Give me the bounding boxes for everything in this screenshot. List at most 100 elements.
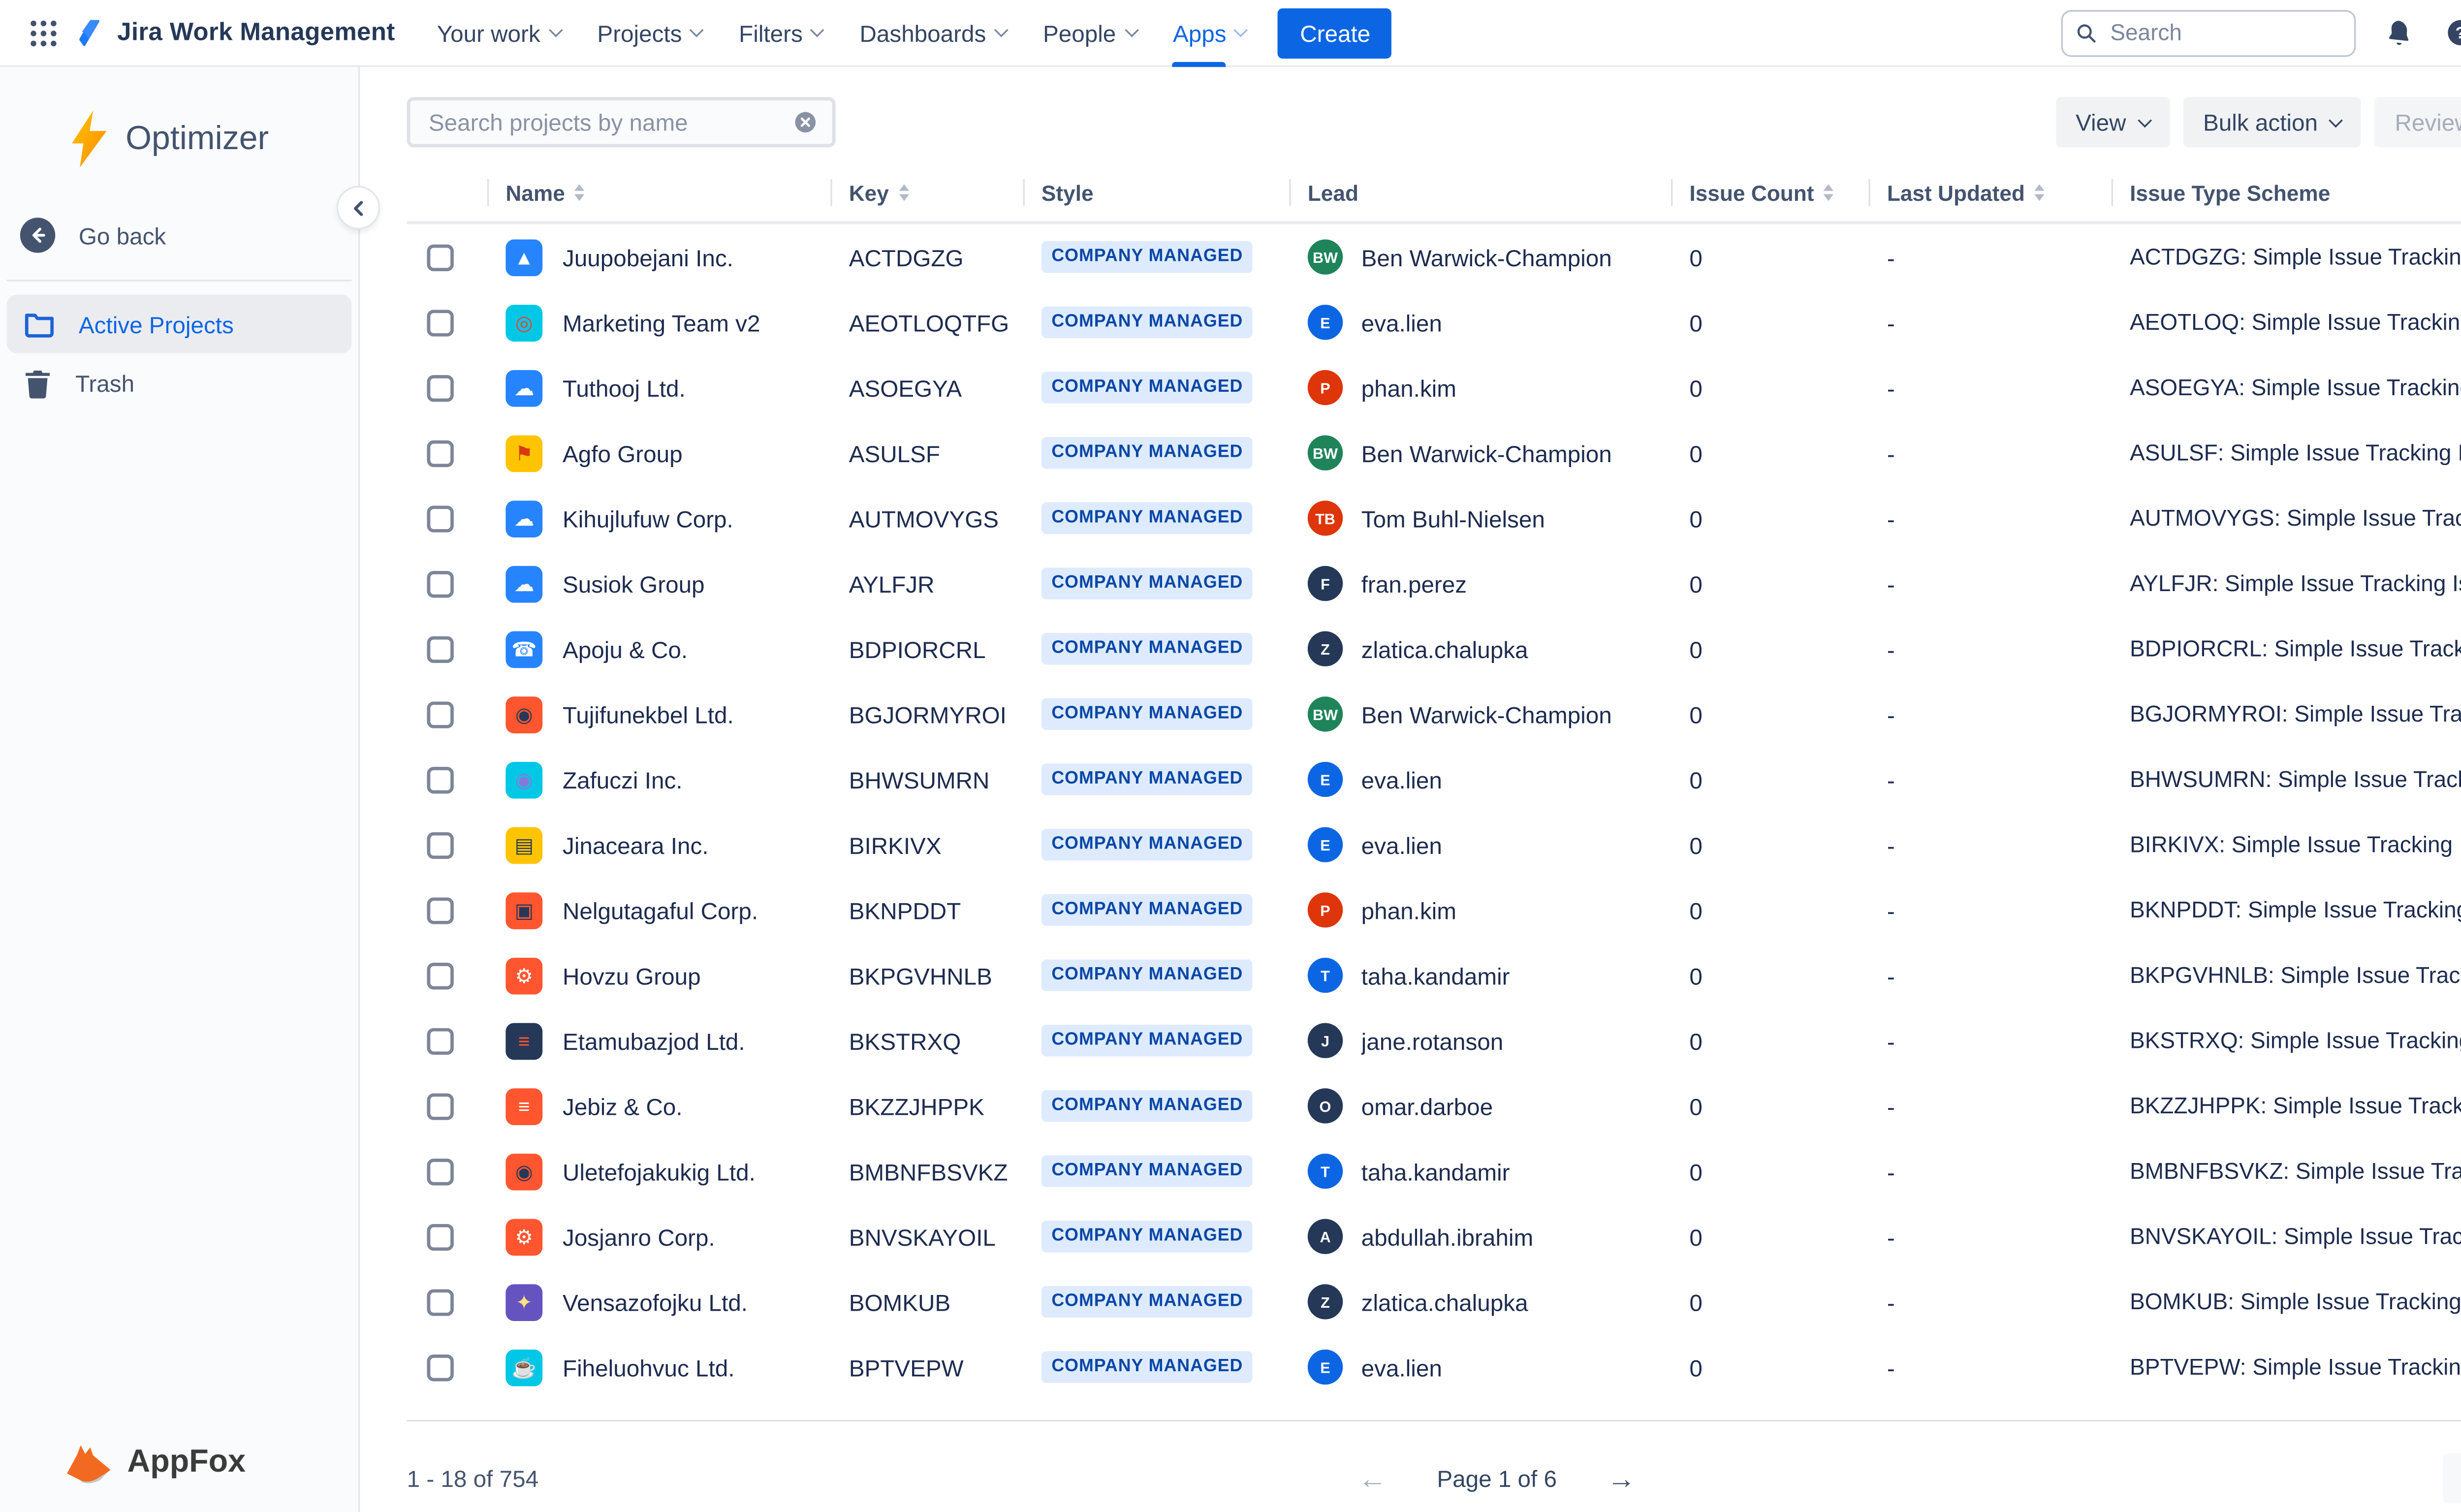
issue-count: 0 [1689, 1158, 1703, 1185]
project-key: BOMKUB [849, 1288, 951, 1316]
row-checkbox[interactable] [427, 766, 454, 793]
project-key: AUTMOVYGS [849, 504, 999, 532]
lead-name: zlatica.chalupka [1361, 635, 1528, 662]
row-checkbox[interactable] [427, 962, 454, 989]
project-search-input[interactable] [425, 107, 784, 137]
export-button[interactable]: Export [2442, 1453, 2461, 1504]
last-updated: - [1887, 1027, 1895, 1054]
row-checkbox[interactable] [427, 1288, 454, 1316]
nav-item-your-work[interactable]: Your work [418, 0, 579, 66]
lead-name: taha.kandamir [1361, 962, 1510, 989]
create-button[interactable]: Create [1278, 7, 1392, 58]
project-key: ASOEGYA [849, 374, 962, 401]
style-badge: COMPANY MANAGED [1041, 633, 1253, 664]
lead-avatar: E [1307, 1349, 1343, 1385]
global-search[interactable] [2061, 9, 2356, 56]
issue-count: 0 [1689, 1354, 1703, 1381]
row-checkbox[interactable] [427, 700, 454, 728]
project-key: BNVSKAYOIL [849, 1223, 996, 1250]
go-back-button[interactable]: Go back [0, 208, 358, 263]
row-checkbox[interactable] [427, 1354, 454, 1381]
chevron-down-icon [1234, 23, 1249, 37]
view-button[interactable]: View [2055, 97, 2170, 148]
nav-item-dashboards[interactable]: Dashboards [841, 0, 1024, 66]
sidebar-collapse-button[interactable] [338, 188, 379, 228]
lead-name: eva.lien [1361, 766, 1442, 793]
lead-name: eva.lien [1361, 831, 1442, 858]
sidebar-item-active-projects[interactable]: Active Projects [6, 294, 352, 353]
last-updated: - [1887, 831, 1895, 858]
style-badge: COMPANY MANAGED [1041, 372, 1253, 403]
issue-count: 0 [1689, 439, 1703, 467]
row-checkbox[interactable] [427, 439, 454, 467]
table-row: ▲ Juupobejani Inc. ACTDGZG COMPANY MANAGE… [407, 224, 2461, 290]
last-updated: - [1887, 243, 1895, 271]
issue-count: 0 [1689, 243, 1703, 271]
table-row: ✦ Vensazofojku Ltd. BOMKUB COMPANY MANAGE… [407, 1269, 2461, 1335]
row-checkbox[interactable] [427, 635, 454, 662]
trash-icon [26, 370, 50, 399]
row-checkbox[interactable] [427, 570, 454, 597]
issue-count: 0 [1689, 1027, 1703, 1054]
row-checkbox[interactable] [427, 374, 454, 401]
row-checkbox[interactable] [427, 1223, 454, 1250]
next-page-arrow-icon[interactable]: → [1607, 1464, 1636, 1493]
column-header-key[interactable]: Key [830, 176, 1023, 209]
back-arrow-icon [20, 218, 56, 253]
row-checkbox[interactable] [427, 831, 454, 858]
issue-type-scheme: ACTDGZG: Simple Issue Tracking I... [2130, 244, 2461, 270]
row-checkbox[interactable] [427, 504, 454, 532]
project-name: Vensazofojku Ltd. [563, 1288, 748, 1316]
style-badge: COMPANY MANAGED [1041, 698, 1253, 730]
row-checkbox[interactable] [427, 1027, 454, 1054]
column-header-name[interactable]: Name [487, 176, 830, 209]
clear-search-icon[interactable] [793, 111, 817, 134]
project-key: BGJORMYROI [849, 700, 1007, 728]
table-row: ▣ Nelgutagaful Corp. BKNPDDT COMPANY MANA… [407, 878, 2461, 943]
project-search[interactable] [407, 97, 836, 148]
prev-page-arrow-icon[interactable]: ← [1358, 1464, 1387, 1493]
project-name: Etamubazjod Ltd. [563, 1027, 745, 1054]
help-button[interactable]: ? [2439, 13, 2461, 53]
app-switcher-icon[interactable] [20, 9, 67, 56]
column-header-last-updated[interactable]: Last Updated [1868, 176, 2111, 209]
wrench-icon: ⚙ [505, 957, 543, 994]
style-badge: COMPANY MANAGED [1041, 307, 1253, 338]
row-checkbox[interactable] [427, 896, 454, 924]
optimizer-app-name: Optimizer [126, 120, 269, 157]
row-checkbox[interactable] [427, 1158, 454, 1185]
bulk-action-button[interactable]: Bulk action [2183, 97, 2362, 148]
sidebar-item-label: Active Projects [78, 311, 234, 338]
lead-name: phan.kim [1361, 374, 1456, 401]
row-checkbox[interactable] [427, 1092, 454, 1120]
nav-item-people[interactable]: People [1025, 0, 1155, 66]
nav-item-projects[interactable]: Projects [579, 0, 721, 66]
review-changes-button[interactable]: Review changes [2374, 97, 2461, 148]
row-checkbox[interactable] [427, 309, 454, 336]
lead-name: fran.perez [1361, 570, 1467, 597]
column-label: Issue Type Scheme [2130, 180, 2331, 205]
style-badge: COMPANY MANAGED [1041, 894, 1253, 926]
top-navbar: Jira Work Management Your work Projects Fi… [0, 0, 2461, 67]
project-name: Jebiz & Co. [563, 1092, 683, 1120]
issue-type-scheme: BKZZJHPPK: Simple Issue Trackin... [2130, 1093, 2461, 1119]
project-name: Fiheluohvuc Ltd. [563, 1354, 735, 1381]
table-row: ☎ Apoju & Co. BDPIORCRL COMPANY MANAGED Z… [407, 616, 2461, 682]
sidebar-item-trash[interactable]: Trash [7, 353, 352, 413]
nav-item-apps[interactable]: Apps [1155, 0, 1265, 66]
project-key: BPTVEPW [849, 1354, 964, 1381]
project-key: BKPGVHNLB [849, 962, 992, 989]
row-checkbox[interactable] [427, 243, 454, 271]
notifications-button[interactable] [2378, 13, 2418, 53]
lead-name: zlatica.chalupka [1361, 1288, 1528, 1316]
global-search-input[interactable] [2107, 18, 2341, 47]
last-updated: - [1887, 439, 1895, 467]
table-row: ≡ Etamubazjod Ltd. BKSTRXQ COMPANY MANAGE… [407, 1008, 2461, 1073]
lead-name: taha.kandamir [1361, 1158, 1510, 1185]
jira-home-link[interactable]: Jira Work Management [74, 17, 395, 49]
project-name: Susiok Group [563, 570, 705, 597]
lead-name: Ben Warwick-Champion [1361, 700, 1612, 728]
page-indicator: Page 1 of 6 [1437, 1465, 1557, 1492]
nav-item-filters[interactable]: Filters [721, 0, 841, 66]
column-header-issue-count[interactable]: Issue Count [1671, 176, 1868, 209]
